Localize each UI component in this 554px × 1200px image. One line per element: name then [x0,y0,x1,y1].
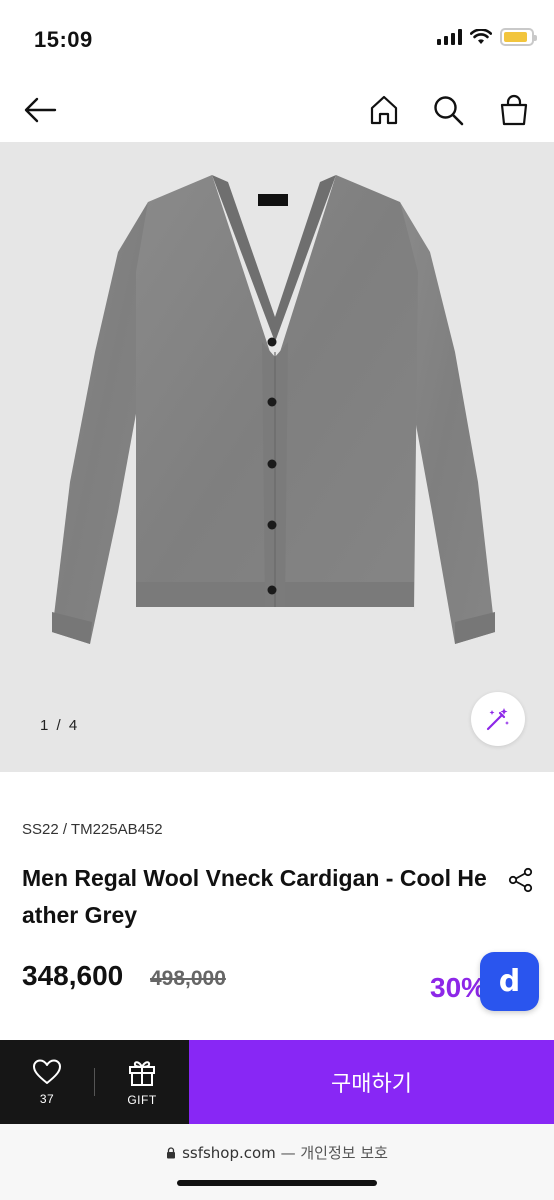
nav-bar [0,76,554,142]
cart-button[interactable] [494,90,534,130]
gift-button[interactable]: GIFT [95,1040,189,1124]
cellular-signal-icon [437,29,462,45]
home-button[interactable] [364,90,404,130]
url-text[interactable]: ssfshop.com — 개인정보 보호 [0,1142,554,1163]
magic-wand-icon [486,708,509,731]
battery-level [504,32,528,42]
status-time: 15:09 [34,27,93,52]
browser-url-bar: ssfshop.com — 개인정보 보호 [0,1124,554,1200]
like-count: 37 [39,1092,55,1106]
url-domain: ssfshop.com [182,1144,276,1162]
like-button[interactable]: 37 [0,1040,94,1124]
bottom-bar-left: 37 GIFT [0,1040,189,1124]
share-button[interactable] [508,867,534,893]
status-bar: 15:09 [0,0,554,76]
search-button[interactable] [428,90,468,130]
home-indicator [177,1180,377,1186]
gift-icon [129,1061,155,1086]
buy-button[interactable]: 구매하기 [189,1040,554,1124]
product-image-gallery[interactable]: 1 / 4 [0,142,554,772]
magic-wand-button[interactable] [471,692,525,746]
product-code: SS22 / TM225AB452 [22,821,163,838]
back-arrow-icon [24,97,57,123]
product-image[interactable] [0,142,554,772]
back-button[interactable] [20,90,60,130]
battery-icon [500,28,537,46]
share-icon [508,867,533,893]
discount-rate: 30% [430,972,487,1003]
product-name: Men Regal Wool Vneck Cardigan - Cool Hea… [22,865,487,928]
original-price: 498,000 [150,967,226,990]
gift-label: GIFT [127,1093,157,1107]
heart-icon [33,1059,61,1084]
shopping-bag-icon [500,94,528,126]
url-suffix: — 개인정보 보호 [280,1144,388,1162]
image-counter: 1 / 4 [40,717,80,734]
floating-d-label: d [498,964,521,999]
status-icons [437,28,537,46]
bottom-action-bar: 37 GIFT 구매하기 [0,1040,554,1124]
wifi-icon [470,29,492,44]
sale-price: 348,600 [22,960,124,991]
floating-d-button[interactable]: d [480,952,539,1011]
lock-icon [167,1147,176,1159]
search-icon [434,96,464,126]
home-icon [370,95,398,125]
